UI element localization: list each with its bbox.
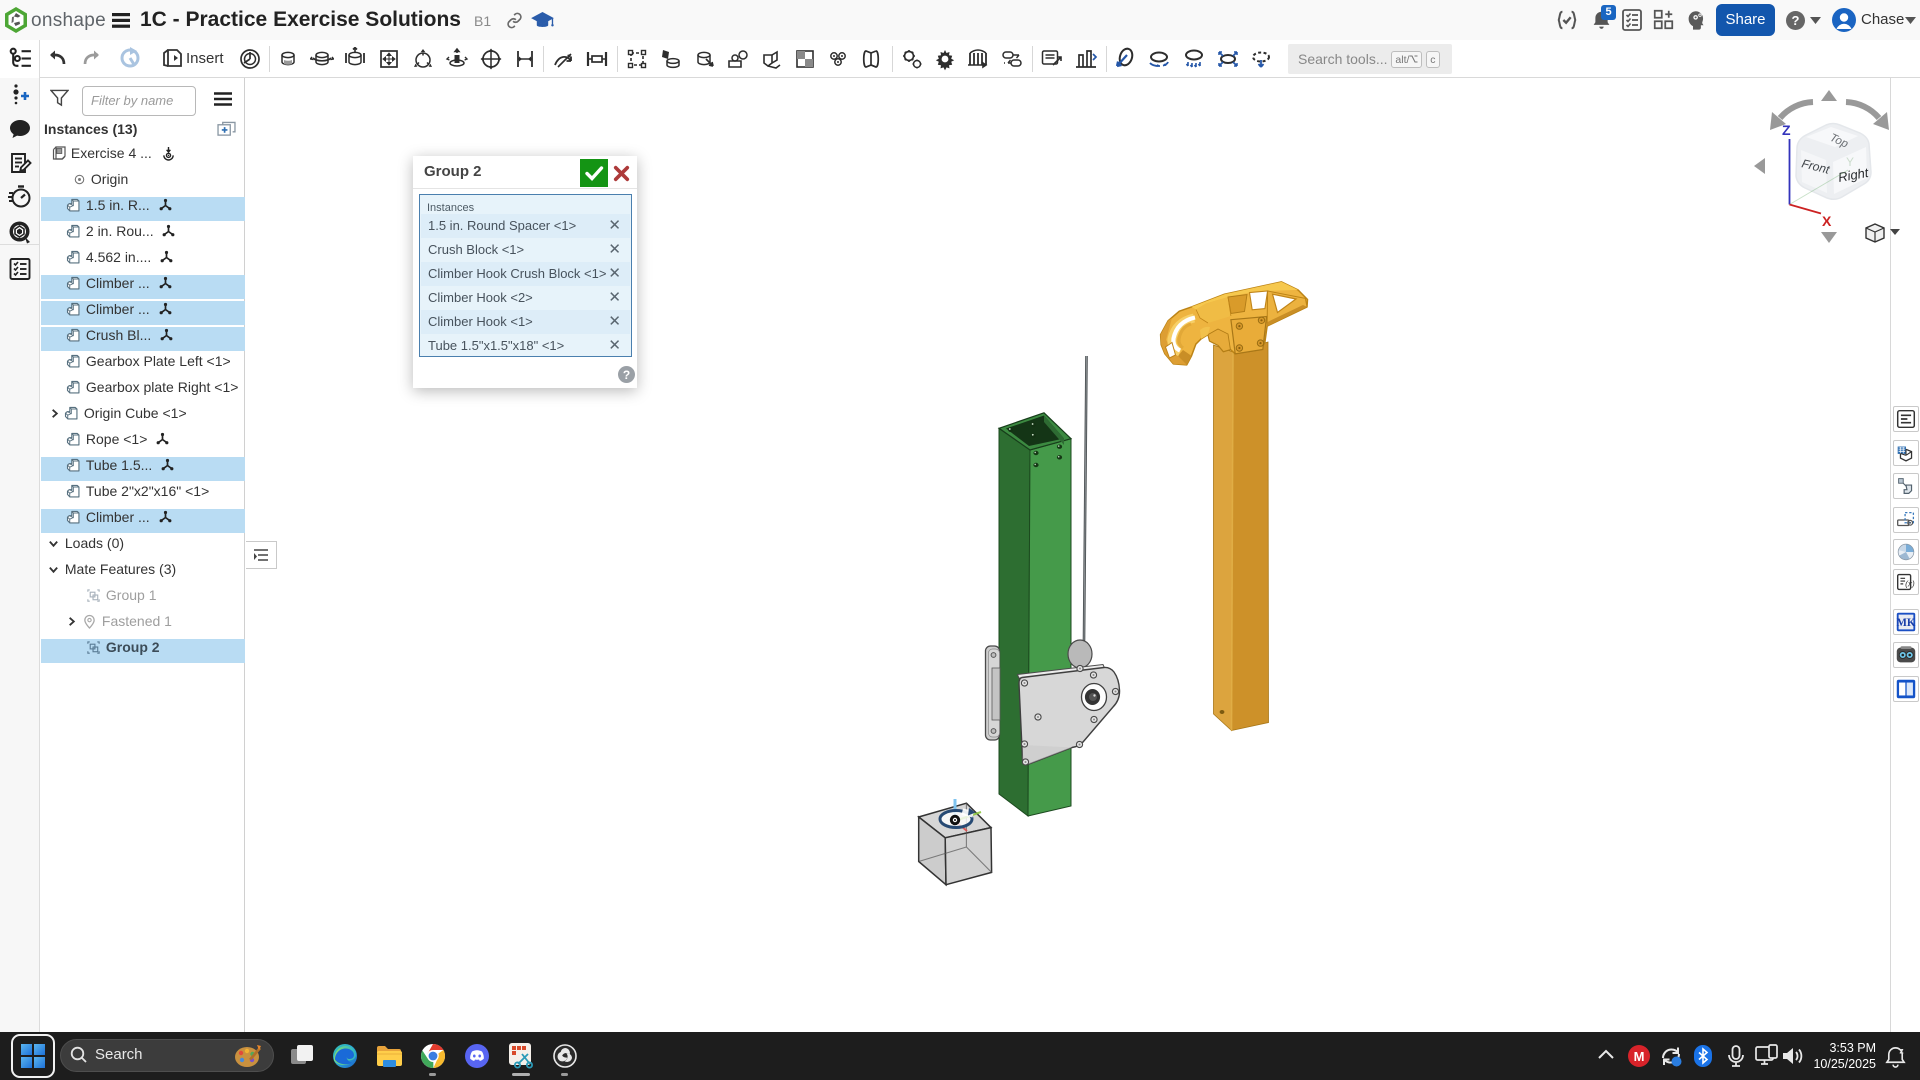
svg-text:z: z — [1899, 1046, 1903, 1056]
svg-text:X: X — [1822, 213, 1832, 229]
svg-text:?: ? — [623, 368, 630, 382]
svg-text:(x): (x) — [1905, 579, 1915, 589]
svg-text:MK: MK — [1896, 617, 1915, 629]
svg-text:Y: Y — [1846, 155, 1854, 169]
svg-text:?: ? — [1792, 13, 1800, 28]
svg-text:M: M — [1634, 1049, 1645, 1064]
